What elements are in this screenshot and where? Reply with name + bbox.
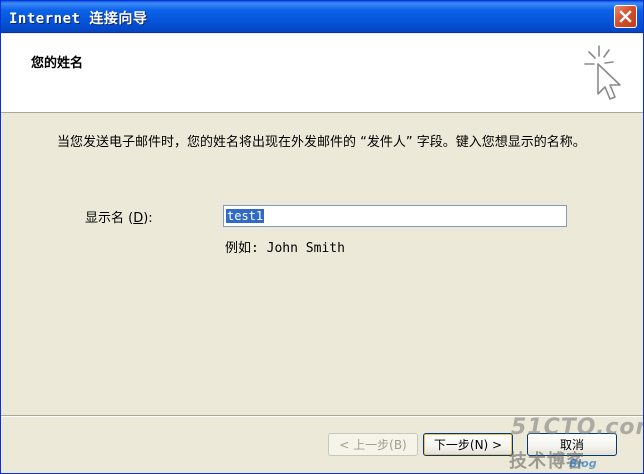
label-suffix: ): (143, 211, 153, 226)
example-text: 例如: John Smith (225, 241, 345, 256)
display-name-value: test1 (226, 209, 265, 223)
back-button[interactable]: < 上一步(B) (328, 433, 418, 456)
display-name-label: 显示名 (D): (85, 207, 153, 226)
watermark-line3: Blog (569, 457, 597, 470)
instruction-text: 当您发送电子邮件时，您的姓名将出现在外发邮件的 “发件人” 字段。键入您想显示的… (57, 135, 586, 150)
close-icon (619, 10, 632, 23)
label-prefix: 显示名 ( (85, 211, 134, 226)
close-button[interactable] (614, 5, 637, 28)
label-accesskey: D (133, 211, 144, 226)
page-title: 您的姓名 (31, 56, 84, 71)
cancel-button[interactable]: 取消 (527, 433, 617, 456)
footer-divider (1, 415, 643, 417)
window-title: Internet 连接向导 (9, 11, 148, 27)
wizard-window: Internet 连接向导 您的姓名 当您发送电子邮件时，您的姓名将出现在外发邮… (0, 0, 644, 474)
display-name-input[interactable]: test1 (223, 205, 567, 227)
next-button[interactable]: 下一步(N) > (423, 433, 513, 456)
title-bar[interactable]: Internet 连接向导 (1, 1, 643, 33)
wizard-sparkle-cursor-icon (584, 45, 621, 100)
header-panel: 您的姓名 (1, 34, 643, 113)
